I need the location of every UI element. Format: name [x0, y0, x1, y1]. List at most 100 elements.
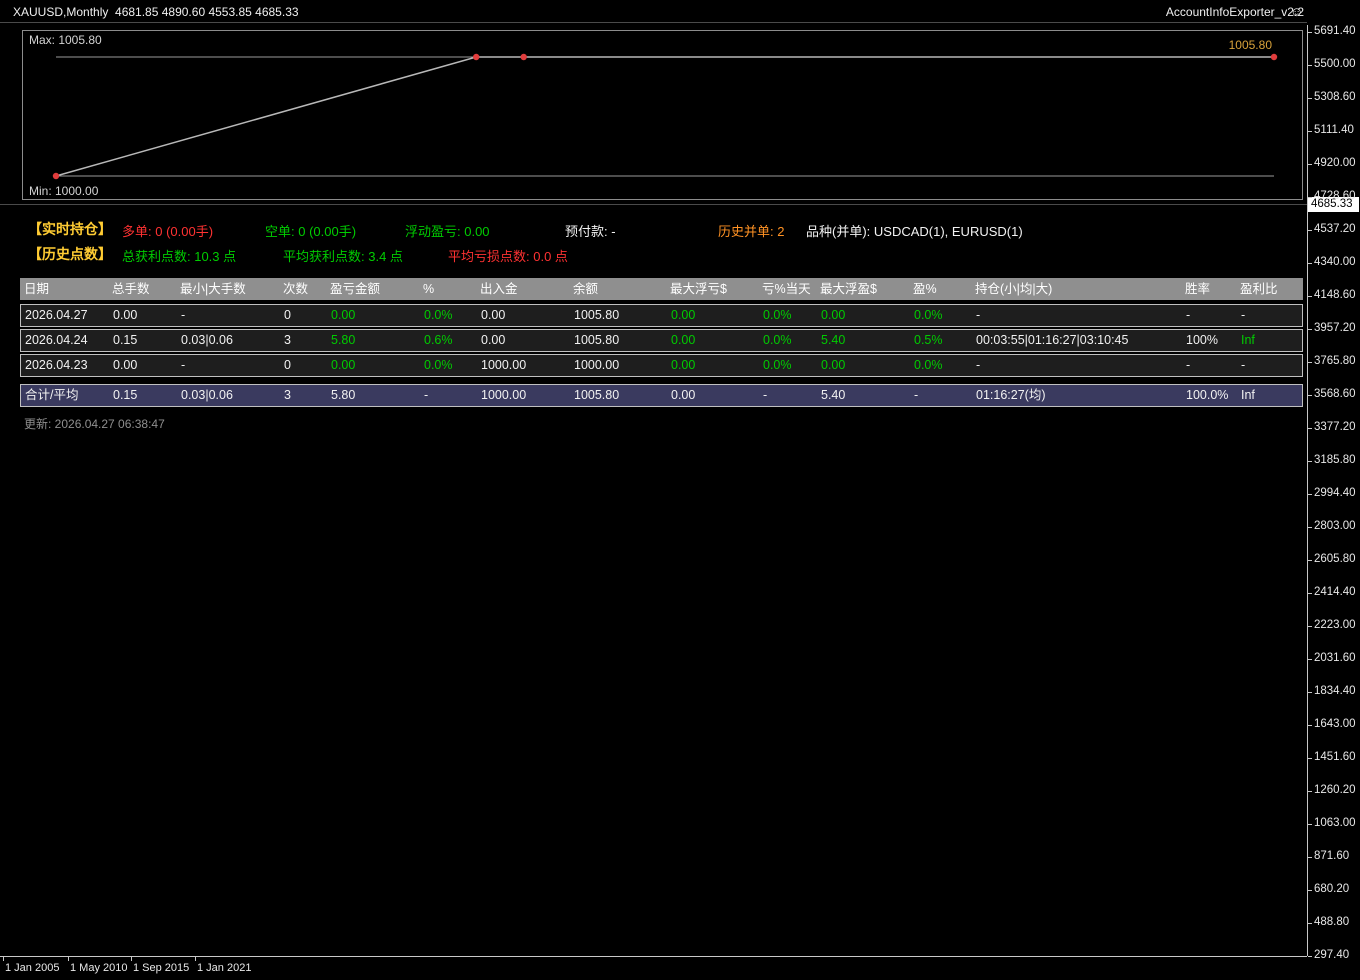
price-tick-label: 871.60: [1314, 850, 1350, 862]
equity-end-value-label: 1005.80: [1228, 38, 1272, 52]
price-tick: [1308, 461, 1312, 462]
table-cell: -: [914, 388, 919, 402]
price-tick: [1308, 428, 1312, 429]
table-cell: 0.00: [331, 308, 356, 322]
time-tick-label: 1 Jan 2005: [5, 962, 60, 974]
time-tick: [3, 957, 4, 961]
price-tick-label: 297.40: [1314, 949, 1350, 961]
time-tick: [195, 957, 196, 961]
header-cell: 余额: [573, 282, 599, 296]
margin-value: 预付款: -: [565, 224, 616, 239]
price-tick-label: 3185.80: [1314, 454, 1356, 466]
price-tick: [1308, 692, 1312, 693]
price-tick-label: 1834.40: [1314, 685, 1356, 697]
avg-profit-points: 平均获利点数: 3.4 点: [283, 249, 403, 264]
table-total-row: 合计/平均 0.15 0.03|0.06 3 5.80 - 1000.00 1005.80 0.…: [20, 384, 1303, 407]
table-cell: 01:16:27(均): [976, 388, 1046, 402]
price-tick-label: 2803.00: [1314, 520, 1356, 532]
header-cell: 最大浮亏$: [670, 282, 727, 296]
table-cell: -: [1241, 358, 1246, 372]
price-tick-label: 2605.80: [1314, 553, 1356, 565]
table-cell: 0.0%: [763, 333, 792, 347]
table-cell: 0.15: [113, 388, 138, 402]
table-row: 2026.04.27 0.00 - 0 0.00 0.0% 0.00 1005.80 0.00 0…: [20, 304, 1303, 327]
table-cell: -: [1186, 308, 1191, 322]
price-tick: [1308, 791, 1312, 792]
price-tick: [1308, 626, 1312, 627]
table-cell: 0.00: [331, 358, 356, 372]
smiley-icon[interactable]: ☺: [1290, 4, 1303, 19]
price-tick-label: 3568.60: [1314, 388, 1356, 400]
table-cell: -: [181, 308, 186, 322]
table-cell: 5.40: [821, 333, 846, 347]
table-row: 2026.04.23 0.00 - 0 0.00 0.0% 1000.00 1000.00 0.…: [20, 354, 1303, 377]
price-tick-label: 1260.20: [1314, 784, 1356, 796]
price-tick: [1308, 857, 1312, 858]
equity-max-label: Max: 1005.80: [29, 33, 102, 47]
price-tick: [1308, 824, 1312, 825]
header-cell: 总手数: [112, 282, 150, 296]
table-cell: -: [1186, 358, 1191, 372]
price-tick-label: 488.80: [1314, 916, 1350, 928]
table-cell: 0.0%: [914, 358, 943, 372]
time-axis[interactable]: 1 Jan 2005 1 May 2010 1 Sep 2015 1 Jan 2021: [0, 956, 1307, 980]
price-tick-label: 1643.00: [1314, 718, 1356, 730]
price-tick-label: 2223.00: [1314, 619, 1356, 631]
history-merged-value: 历史并单: 2: [718, 224, 785, 239]
table-cell: 0.00: [113, 308, 138, 322]
price-tick: [1308, 956, 1312, 957]
table-cell: 0.00: [821, 358, 846, 372]
table-cell: 0.0%: [424, 308, 453, 322]
avg-loss-points: 平均亏损点数: 0.0 点: [448, 249, 568, 264]
price-tick: [1308, 890, 1312, 891]
subwindow-separator[interactable]: [0, 204, 1307, 205]
price-tick-label: 3957.20: [1314, 322, 1356, 334]
table-cell: 0.6%: [424, 333, 453, 347]
price-tick: [1308, 527, 1312, 528]
time-tick-label: 1 Jan 2021: [197, 962, 252, 974]
header-cell: 盈亏金额: [330, 282, 381, 296]
table-cell: 合计/平均: [25, 388, 79, 402]
price-tick: [1308, 725, 1312, 726]
table-cell: -: [424, 388, 429, 402]
table-cell: 0.5%: [914, 333, 943, 347]
symbols-merged-value: 品种(并单): USDCAD(1), EURUSD(1): [806, 224, 1023, 239]
table-cell: 1005.80: [574, 308, 620, 322]
total-profit-points: 总获利点数: 10.3 点: [122, 249, 237, 264]
table-cell: -: [976, 358, 981, 372]
table-cell: 0: [284, 308, 291, 322]
header-cell: 盈%: [913, 282, 937, 296]
table-cell: 0.00: [671, 333, 696, 347]
header-cell: 最小|大手数: [180, 282, 246, 296]
table-cell: 100%: [1186, 333, 1218, 347]
indicator-name: AccountInfoExporter_v2.2: [1165, 5, 1304, 19]
table-cell: -: [763, 388, 768, 402]
time-axis-line: [0, 956, 1307, 957]
table-cell: 3: [284, 333, 291, 347]
header-cell: 亏%当天: [762, 282, 811, 296]
price-tick-label: 4728.60: [1314, 190, 1356, 202]
price-tick: [1308, 296, 1312, 297]
table-cell: 0.00: [671, 388, 696, 402]
price-tick-label: 5111.40: [1314, 124, 1354, 136]
price-axis[interactable]: 4685.33 5691.40 5500.00 5308.60 5111.40 4920…: [1307, 25, 1360, 961]
table-cell: 5.40: [821, 388, 846, 402]
price-tick-label: 1063.00: [1314, 817, 1356, 829]
price-tick-label: 2414.40: [1314, 586, 1356, 598]
table-cell: Inf: [1241, 388, 1255, 402]
table-cell: 2026.04.23: [25, 358, 88, 372]
price-tick: [1308, 329, 1312, 330]
table-cell: 2026.04.24: [25, 333, 88, 347]
table-cell: 2026.04.27: [25, 308, 88, 322]
symbol-title: XAUUSD,Monthly 4681.85 4890.60 4553.85 4…: [13, 5, 299, 19]
price-tick-label: 1451.60: [1314, 751, 1356, 763]
table-cell: 0.0%: [763, 358, 792, 372]
table-cell: 5.80: [331, 333, 356, 347]
price-tick-label: 3377.20: [1314, 421, 1356, 433]
table-header-row: 日期 总手数 最小|大手数 次数 盈亏金额% 出入金 余额 最大浮亏$ 亏%当天 最大浮盈$ 盈% 持…: [20, 278, 1303, 300]
price-tick-label: 4148.60: [1314, 289, 1356, 301]
price-tick: [1308, 560, 1312, 561]
price-tick-label: 2031.60: [1314, 652, 1356, 664]
short-position-value: 空单: 0 (0.00手): [265, 224, 357, 239]
equity-panel: Max: 1005.80 Min: 1000.00 1005.80: [22, 30, 1303, 200]
